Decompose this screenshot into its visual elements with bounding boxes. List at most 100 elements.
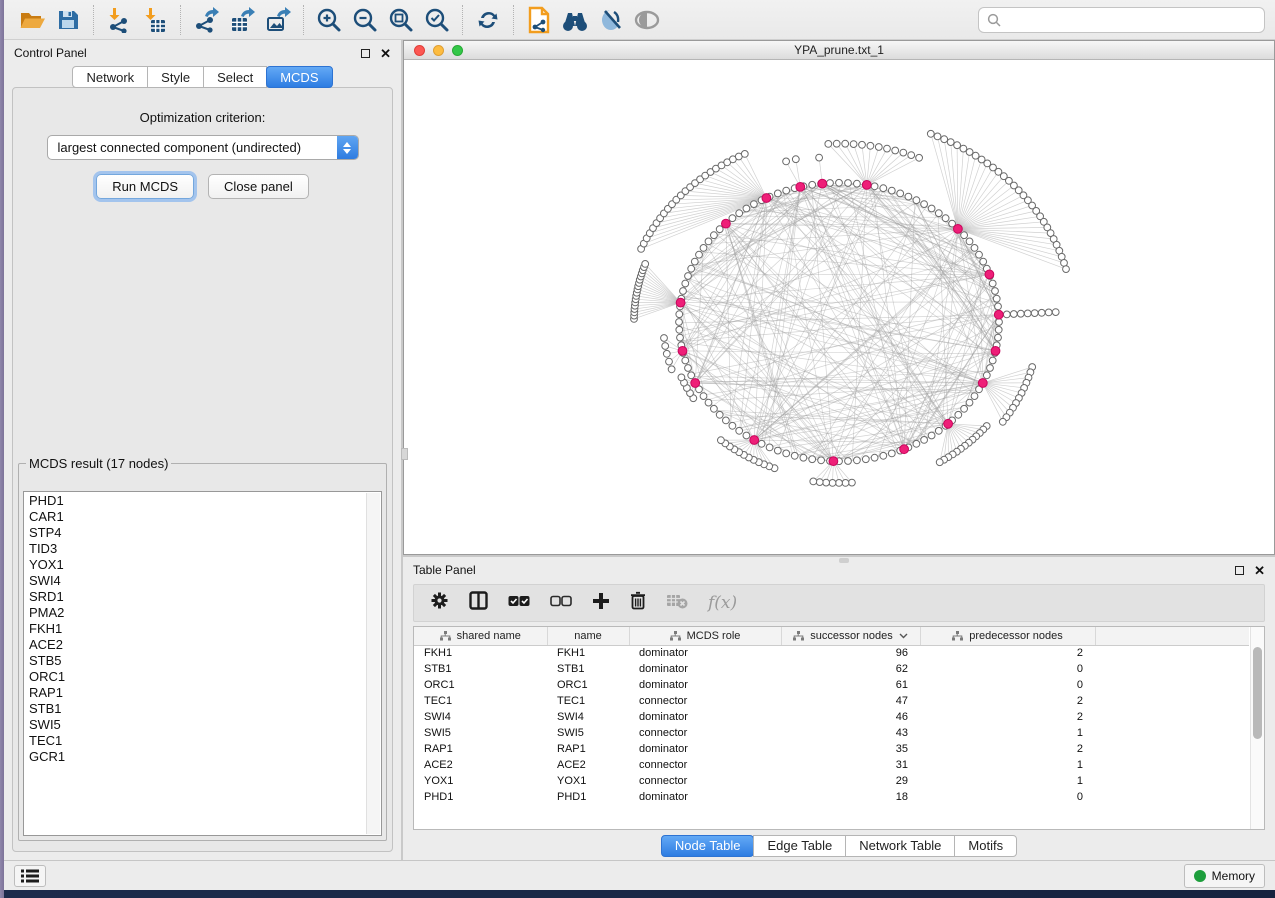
column-header-successor-nodes[interactable]: successor nodes — [781, 627, 920, 645]
table-cell[interactable]: RAP1 — [547, 741, 629, 757]
graph-hub-node[interactable] — [900, 445, 909, 454]
float-panel-button[interactable] — [361, 49, 370, 58]
graph-node[interactable] — [913, 197, 920, 204]
table-cell[interactable]: PHD1 — [547, 789, 629, 805]
graph-node[interactable] — [935, 210, 942, 217]
graph-node[interactable] — [743, 205, 750, 212]
table-cell[interactable]: ACE2 — [414, 757, 547, 773]
mcds-result-item[interactable]: FKH1 — [29, 621, 381, 637]
graph-leaf-node[interactable] — [892, 147, 899, 154]
graph-node[interactable] — [743, 432, 750, 439]
criterion-dropdown[interactable]: largest connected component (undirected) — [47, 135, 359, 160]
window-maximize-light[interactable] — [452, 45, 463, 56]
graph-node[interactable] — [809, 456, 816, 463]
graph-hub-node[interactable] — [722, 219, 731, 228]
panel-splitter-handle[interactable] — [401, 448, 408, 460]
graph-leaf-node[interactable] — [859, 141, 866, 148]
graph-leaf-node[interactable] — [850, 141, 857, 148]
graph-node[interactable] — [980, 258, 987, 265]
graph-node[interactable] — [676, 319, 683, 326]
graph-leaf-node[interactable] — [666, 358, 673, 365]
graph-leaf-node[interactable] — [999, 418, 1006, 425]
table-cell[interactable]: connector — [629, 725, 781, 741]
table-row[interactable]: TEC1TEC1connector472 — [414, 693, 1249, 709]
graph-leaf-node[interactable] — [954, 142, 961, 149]
table-cell[interactable]: 0 — [920, 677, 1095, 693]
graph-node[interactable] — [682, 280, 689, 287]
graph-node[interactable] — [995, 303, 1002, 310]
table-row[interactable]: YOX1YOX1connector291 — [414, 773, 1249, 789]
graph-node[interactable] — [685, 273, 692, 280]
close-mcds-panel-button[interactable]: Close panel — [208, 174, 309, 199]
float-table-panel-button[interactable] — [1235, 566, 1244, 575]
mcds-result-item[interactable]: SWI5 — [29, 717, 381, 733]
table-cell[interactable]: 1 — [920, 725, 1095, 741]
mcds-result-item[interactable]: STP4 — [29, 525, 381, 541]
tab-mcds[interactable]: MCDS — [266, 66, 332, 88]
graph-leaf-node[interactable] — [1038, 309, 1045, 316]
graph-leaf-node[interactable] — [1052, 309, 1059, 316]
table-cell[interactable]: SWI4 — [547, 709, 629, 725]
graph-leaf-node[interactable] — [662, 343, 669, 350]
table-cell[interactable]: YOX1 — [414, 773, 547, 789]
graph-leaf-node[interactable] — [823, 479, 830, 486]
graph-leaf-node[interactable] — [842, 140, 849, 147]
table-cell[interactable]: RAP1 — [414, 741, 547, 757]
graph-node[interactable] — [961, 232, 968, 239]
export-network-button[interactable] — [188, 4, 224, 36]
table-cell[interactable]: 46 — [781, 709, 920, 725]
graph-node[interactable] — [862, 456, 869, 463]
network-view-titlebar[interactable]: YPA_prune.txt_1 — [404, 41, 1274, 60]
destroy-table-button[interactable] — [666, 593, 688, 614]
graph-leaf-node[interactable] — [718, 437, 725, 444]
graph-node[interactable] — [682, 357, 689, 364]
graph-node[interactable] — [961, 405, 968, 412]
graph-hub-node[interactable] — [750, 436, 759, 445]
graph-leaf-node[interactable] — [825, 141, 832, 148]
table-cell[interactable]: TEC1 — [547, 693, 629, 709]
table-cell[interactable]: STB1 — [414, 661, 547, 677]
graph-hub-node[interactable] — [676, 298, 685, 307]
table-row[interactable]: STB1STB1dominator620 — [414, 661, 1249, 677]
graph-leaf-node[interactable] — [916, 154, 923, 161]
graph-node[interactable] — [913, 440, 920, 447]
table-cell[interactable]: 31 — [781, 757, 920, 773]
mcds-result-item[interactable]: RAP1 — [29, 685, 381, 701]
table-cell[interactable]: ACE2 — [547, 757, 629, 773]
table-row[interactable]: PHD1PHD1dominator180 — [414, 789, 1249, 805]
graph-node[interactable] — [854, 180, 861, 187]
add-column-button[interactable] — [592, 592, 610, 615]
graph-leaf-node[interactable] — [1031, 310, 1038, 317]
table-cell[interactable]: 2 — [920, 709, 1095, 725]
graph-leaf-node[interactable] — [927, 130, 934, 137]
import-network-button[interactable] — [101, 4, 137, 36]
graph-node[interactable] — [935, 427, 942, 434]
table-cell[interactable]: YOX1 — [547, 773, 629, 789]
graph-leaf-node[interactable] — [842, 480, 849, 487]
graph-node[interactable] — [774, 447, 781, 454]
graph-leaf-node[interactable] — [829, 480, 836, 487]
graph-node[interactable] — [995, 326, 1002, 333]
export-table-button[interactable] — [224, 4, 260, 36]
graph-node[interactable] — [736, 210, 743, 217]
graph-leaf-node[interactable] — [816, 154, 823, 161]
graph-hub-node[interactable] — [994, 310, 1003, 319]
table-cell[interactable]: 43 — [781, 725, 920, 741]
table-cell[interactable]: 0 — [920, 789, 1095, 805]
graph-node[interactable] — [993, 295, 1000, 302]
show-hide-graphics-details-button[interactable] — [593, 4, 629, 36]
apply-layout-button[interactable] — [470, 4, 506, 36]
find-button[interactable] — [557, 4, 593, 36]
graph-node[interactable] — [971, 393, 978, 400]
table-row[interactable]: SWI4SWI4dominator462 — [414, 709, 1249, 725]
tab-network[interactable]: Network — [72, 66, 148, 88]
mcds-result-item[interactable]: GCR1 — [29, 749, 381, 765]
graph-leaf-node[interactable] — [792, 156, 799, 163]
graph-node[interactable] — [880, 452, 887, 459]
open-file-button[interactable] — [14, 4, 50, 36]
deselect-all-rows-button[interactable] — [550, 594, 572, 612]
mcds-result-item[interactable]: ACE2 — [29, 637, 381, 653]
graph-leaf-node[interactable] — [867, 142, 874, 149]
mcds-result-item[interactable]: STB5 — [29, 653, 381, 669]
graph-hub-node[interactable] — [796, 183, 805, 192]
